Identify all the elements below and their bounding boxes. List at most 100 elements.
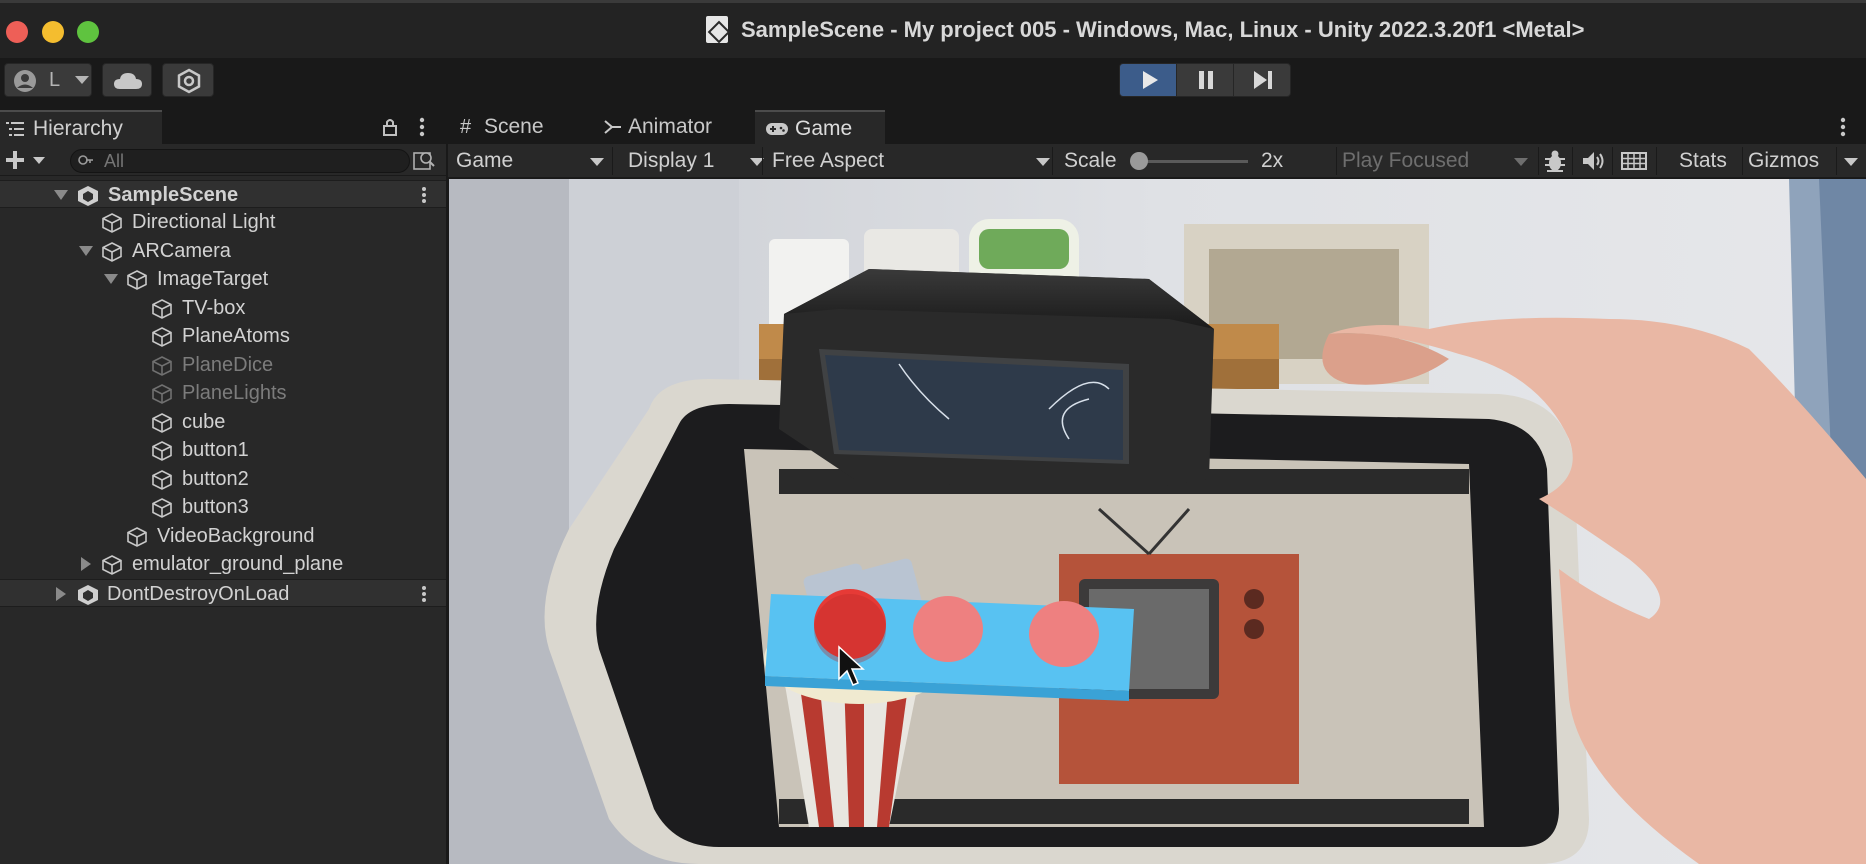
tree-item-label: button3 [182, 496, 249, 518]
divider [1572, 147, 1573, 175]
display-label: Display 1 [628, 149, 715, 172]
pause-button[interactable] [1176, 63, 1234, 97]
add-icon[interactable] [4, 149, 26, 171]
game-viewport[interactable] [449, 179, 1866, 864]
hierarchy-tab-label: Hierarchy [33, 117, 123, 140]
aspect-dropdown[interactable]: Free Aspect [772, 144, 1050, 178]
tree-item-videobackground[interactable]: VideoBackground [0, 522, 446, 550]
tree-item-tv-box[interactable]: TV-box [0, 294, 446, 322]
play-button[interactable] [1119, 63, 1177, 97]
divider [612, 147, 613, 175]
divider [1612, 147, 1613, 175]
expand-arrow-icon[interactable] [104, 274, 118, 284]
scene-menu-icon[interactable] [422, 186, 426, 204]
gizmos-button[interactable]: Gizmos [1748, 144, 1819, 178]
keyboard-icon[interactable] [1620, 150, 1648, 172]
ar-camera-scene [449, 179, 1866, 864]
account-icon [14, 70, 36, 92]
tree-item-label: SampleScene [108, 184, 239, 206]
cloud-button[interactable] [102, 63, 152, 97]
hierarchy-list-icon [6, 122, 24, 136]
divider [1656, 147, 1657, 175]
cube-icon [152, 299, 172, 319]
add-chevron-icon[interactable] [33, 157, 45, 164]
view-menu-icon[interactable] [1840, 117, 1846, 137]
tree-item-label: VideoBackground [157, 525, 315, 547]
tree-item-label: Directional Light [132, 211, 276, 233]
window-title: SampleScene - My project 005 - Windows, … [741, 17, 1585, 42]
display-dropdown[interactable]: Display 1 [628, 144, 764, 178]
animator-icon [604, 120, 621, 134]
services-icon [177, 68, 201, 94]
lock-icon[interactable] [382, 117, 398, 137]
collapse-arrow-icon[interactable] [81, 557, 91, 571]
tree-item-planedice[interactable]: PlaneDice [0, 351, 446, 379]
tree-item-label: cube [182, 411, 226, 433]
search-by-type-icon[interactable] [412, 149, 436, 171]
tab-animator[interactable]: Animator [604, 110, 754, 144]
scale-slider-handle[interactable] [1130, 152, 1148, 170]
stats-button[interactable]: Stats [1679, 144, 1727, 178]
expand-arrow-icon[interactable] [54, 190, 68, 200]
maximize-window-button[interactable] [77, 21, 99, 43]
grid-hash-icon: # [460, 116, 472, 138]
hierarchy-search-row [0, 144, 446, 176]
step-button[interactable] [1233, 63, 1291, 97]
cube-icon [152, 413, 172, 433]
view-tab-bar: # Scene Animator Game [448, 110, 1866, 144]
minimize-window-button[interactable] [42, 21, 64, 43]
close-window-button[interactable] [6, 21, 28, 43]
scale-slider-track[interactable] [1136, 160, 1248, 163]
divider [1538, 147, 1539, 175]
hierarchy-search-input[interactable] [70, 149, 410, 173]
hierarchy-menu-icon[interactable] [419, 117, 425, 137]
expand-arrow-icon[interactable] [79, 246, 93, 256]
tab-scene[interactable]: # Scene [458, 110, 588, 144]
tree-item-label: ImageTarget [157, 268, 269, 290]
tree-item-label: TV-box [182, 297, 246, 319]
services-button[interactable] [162, 63, 214, 97]
tree-item-planeatoms[interactable]: PlaneAtoms [0, 322, 446, 350]
cube-icon [127, 527, 147, 547]
bug-icon[interactable] [1542, 148, 1568, 174]
divider [1052, 147, 1053, 175]
collapse-arrow-icon[interactable] [56, 587, 66, 601]
tree-item-directional-light[interactable]: Directional Light [0, 208, 446, 236]
aspect-label: Free Aspect [772, 149, 885, 172]
tree-item-dontdestroyonload[interactable]: DontDestroyOnLoad [0, 579, 446, 607]
gamepad-icon [766, 123, 788, 135]
tree-item-samplescene[interactable]: SampleScene [0, 180, 446, 208]
scene-menu-icon[interactable] [422, 585, 426, 603]
tab-label: Animator [628, 115, 713, 138]
divider [1836, 147, 1837, 175]
game-mode-label: Game [456, 149, 514, 172]
tree-item-label: button1 [182, 439, 249, 461]
cube-icon [152, 498, 172, 518]
tab-hierarchy[interactable]: Hierarchy [0, 110, 162, 144]
scale-value: 2x [1261, 149, 1284, 172]
tree-item-button2[interactable]: button2 [0, 465, 446, 493]
game-view-toolbar: Game Display 1 Free Aspect Scale 2x Play… [448, 144, 1866, 178]
tree-item-imagetarget[interactable]: ImageTarget [0, 265, 446, 293]
tree-item-label: PlaneAtoms [182, 325, 290, 347]
unity-editor-window: SampleScene - My project 005 - Windows, … [0, 0, 1866, 864]
chevron-down-icon [1514, 158, 1528, 166]
play-focused-dropdown[interactable]: Play Focused [1342, 144, 1538, 178]
tree-item-emulator-ground-plane[interactable]: emulator_ground_plane [0, 550, 446, 578]
gizmos-chevron-icon[interactable] [1844, 158, 1858, 166]
hierarchy-tab-bar: Hierarchy [0, 110, 446, 144]
tab-game[interactable]: Game [755, 110, 885, 144]
divider [1336, 147, 1337, 175]
tree-item-button1[interactable]: button1 [0, 436, 446, 464]
game-mode-dropdown[interactable]: Game [456, 144, 604, 178]
divider [1742, 147, 1743, 175]
tree-item-button3[interactable]: button3 [0, 493, 446, 521]
account-dropdown[interactable]: L [4, 63, 92, 97]
tree-item-planelights[interactable]: PlaneLights [0, 379, 446, 407]
cube-icon [152, 384, 172, 404]
audio-icon[interactable] [1581, 149, 1607, 173]
tree-item-arcamera[interactable]: ARCamera [0, 237, 446, 265]
cube-icon [152, 327, 172, 347]
tree-item-cube[interactable]: cube [0, 408, 446, 436]
unity-document-icon [706, 16, 728, 43]
